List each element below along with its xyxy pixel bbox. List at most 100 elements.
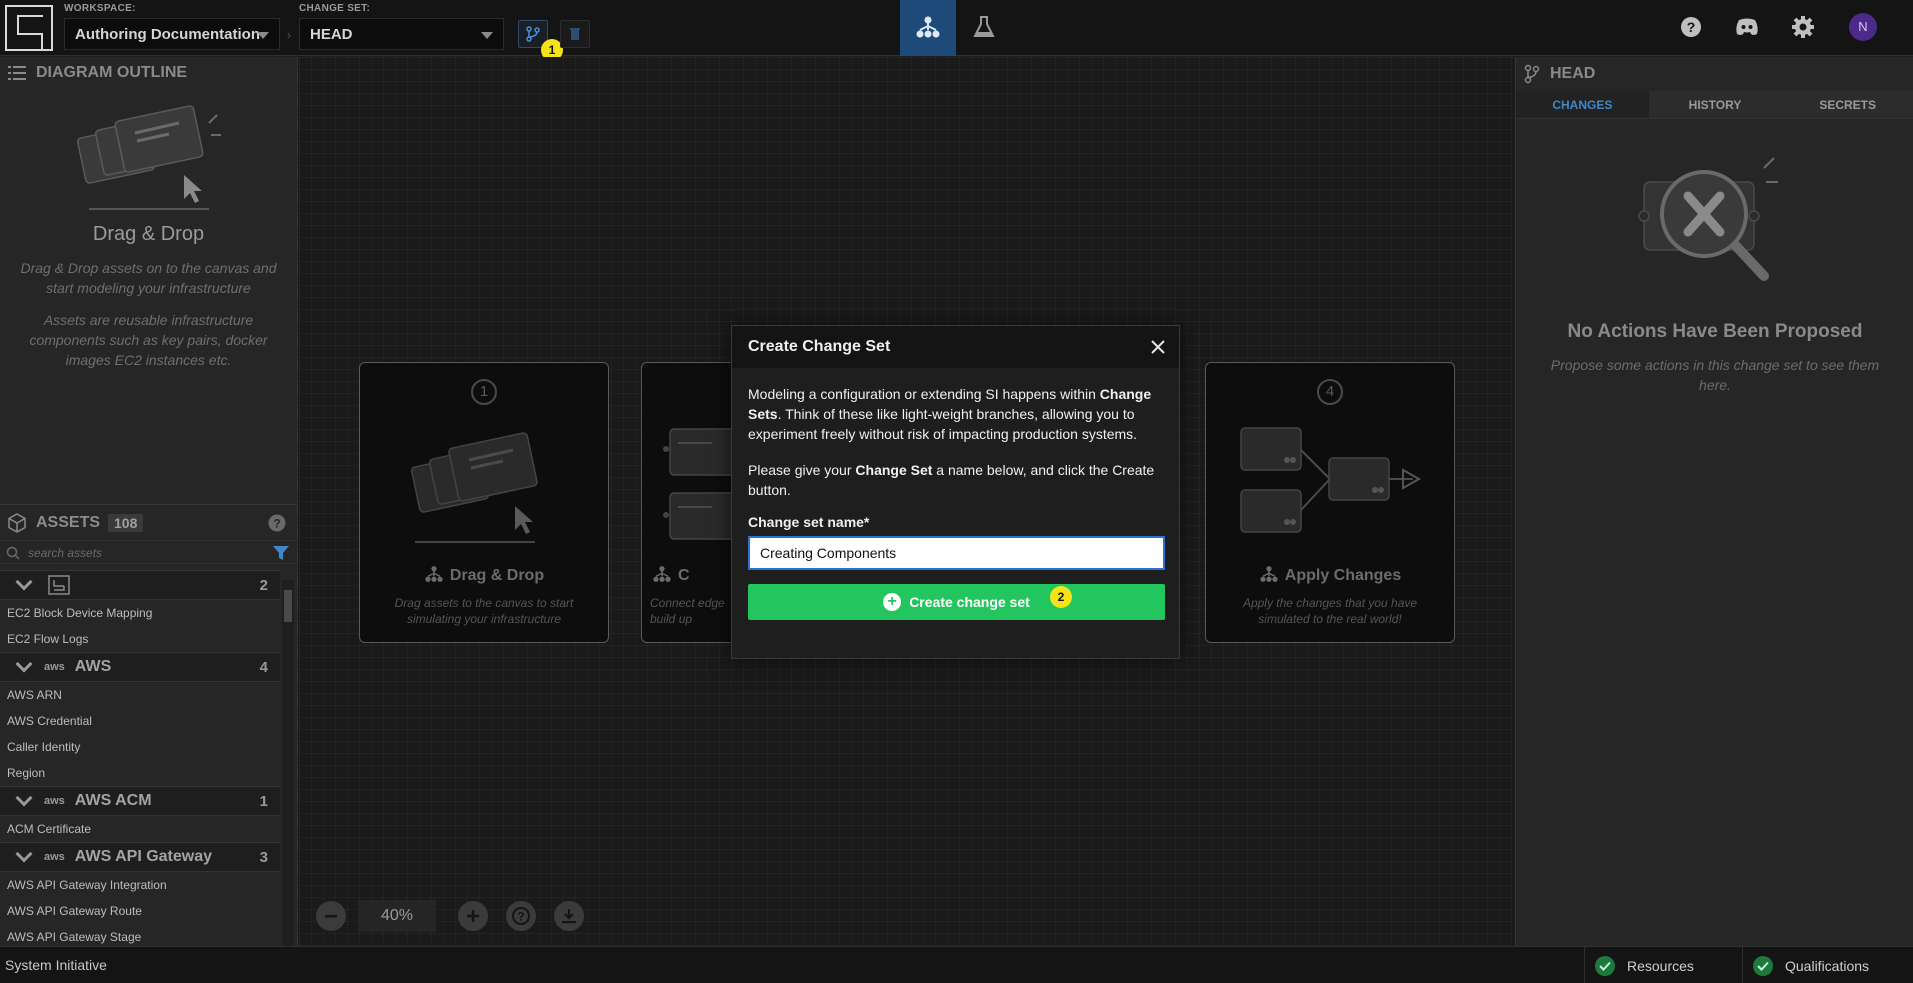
asset-item[interactable]: ACM Certificate: [0, 816, 280, 842]
asset-item[interactable]: EC2 Flow Logs: [0, 626, 280, 652]
diagram-icon: [424, 565, 444, 583]
tab-secrets[interactable]: SECRETS: [1781, 91, 1913, 118]
outline-empty-state: Drag & Drop Drag & Drop assets on to the…: [0, 95, 297, 370]
aws-logo-icon: aws: [44, 851, 65, 863]
tab-lab[interactable]: [956, 0, 1012, 56]
step-number: 4: [1317, 379, 1343, 405]
help-icon[interactable]: ?: [268, 514, 286, 532]
assets-count-badge: 108: [108, 513, 144, 532]
diagram-icon: [1259, 565, 1279, 583]
separator-icon: ›: [287, 28, 291, 42]
asset-item[interactable]: AWS API Gateway Route: [0, 898, 280, 924]
category-count: 3: [259, 849, 268, 866]
asset-item[interactable]: AWS ARN: [0, 682, 280, 708]
minus-icon: [325, 915, 337, 918]
asset-list-scrollbar[interactable]: [282, 580, 294, 983]
chevron-down-icon: [481, 32, 493, 39]
discord-icon[interactable]: [1735, 17, 1759, 37]
category-count: 2: [259, 577, 268, 594]
step-number: 1: [471, 379, 497, 405]
category-name: AWS API Gateway: [74, 848, 213, 865]
category-count: 4: [259, 659, 268, 676]
tab-history[interactable]: HISTORY: [1648, 91, 1782, 118]
canvas-help-button[interactable]: ?: [506, 901, 536, 931]
category-name: AWS ACM: [74, 792, 152, 809]
aws-logo-icon: aws: [44, 661, 65, 673]
step-badge: 2: [1050, 586, 1072, 608]
user-avatar[interactable]: N: [1849, 13, 1877, 41]
changeset-panel-header: HEAD: [1516, 57, 1913, 91]
drag-drop-illustration-icon: [410, 432, 538, 543]
download-button[interactable]: [554, 901, 584, 931]
chevron-down-icon: [15, 845, 33, 863]
modal-title: Create Change Set: [748, 338, 891, 355]
search-input[interactable]: search assets: [28, 546, 102, 560]
category-count: 1: [259, 793, 268, 810]
asset-item[interactable]: AWS Credential: [0, 708, 280, 734]
modal-description: Modeling a configuration or extending SI…: [748, 386, 1152, 442]
chevron-down-icon: [15, 655, 33, 673]
si-logo[interactable]: [5, 5, 53, 51]
gear-icon[interactable]: [1791, 15, 1815, 39]
chevron-down-icon: [15, 789, 33, 807]
workspace-select[interactable]: Authoring Documentation: [64, 18, 280, 50]
abandon-changeset-button[interactable]: [560, 20, 590, 48]
svg-text:?: ?: [517, 910, 524, 924]
zoom-out-button[interactable]: [316, 901, 346, 931]
diagram-outline-header: DIAGRAM OUTLINE: [0, 57, 297, 89]
qualifications-status[interactable]: Qualifications: [1742, 947, 1913, 983]
right-panel-tabs: CHANGES HISTORY SECRETS: [1516, 91, 1913, 119]
right-panel: HEAD CHANGES HISTORY SECRETS No Actions …: [1515, 57, 1913, 946]
asset-category[interactable]: aws AWS 4: [0, 652, 280, 682]
asset-category[interactable]: aws AWS ACM 1: [0, 786, 280, 816]
asset-search[interactable]: search assets: [0, 540, 298, 564]
download-icon: [562, 909, 576, 924]
resources-status[interactable]: Resources: [1584, 947, 1741, 983]
assets-header: ASSETS 108 ?: [0, 504, 298, 540]
close-icon[interactable]: [1147, 336, 1169, 358]
asset-item[interactable]: Caller Identity: [0, 734, 280, 760]
flask-icon: [973, 16, 995, 37]
zoom-level[interactable]: 40%: [358, 900, 436, 932]
diagram-icon: [916, 16, 940, 38]
drag-drop-illustration-icon: [76, 105, 221, 210]
aws-logo-icon: aws: [44, 795, 65, 807]
card-title: Apply Changes: [1206, 565, 1454, 585]
apply-illustration-icon: [1240, 427, 1422, 533]
asset-item[interactable]: EC2 Block Device Mapping: [0, 600, 280, 626]
help-icon[interactable]: ?: [1680, 16, 1702, 38]
asset-item[interactable]: Region: [0, 760, 280, 786]
modal-body: Modeling a configuration or extending SI…: [732, 368, 1179, 620]
diagram-icon: [652, 565, 672, 583]
trash-icon: [570, 28, 580, 40]
card-description: Apply the changes that you have simulate…: [1242, 596, 1418, 626]
chevron-down-icon: [257, 32, 269, 39]
tab-changes[interactable]: CHANGES: [1516, 91, 1649, 118]
empty-state-text: Propose some actions in this change set …: [1550, 357, 1880, 393]
create-changeset-submit-button[interactable]: + Create change set 2: [748, 584, 1165, 620]
app-name: System Initiative: [5, 957, 107, 973]
zoom-in-button[interactable]: [458, 901, 488, 931]
filter-icon[interactable]: [272, 544, 290, 562]
check-circle-icon: [1753, 955, 1773, 976]
outline-empty-title: Drag & Drop: [92, 223, 205, 245]
card-description: Connect edge build up: [650, 596, 725, 626]
search-icon: [6, 546, 20, 560]
changeset-name-input[interactable]: [748, 536, 1165, 570]
modal-header: Create Change Set: [732, 326, 1179, 368]
svg-text:?: ?: [1687, 19, 1696, 35]
plus-circle-icon: +: [883, 593, 902, 611]
workspace-label: WORKSPACE:: [64, 3, 136, 14]
asset-category[interactable]: aws AWS API Gateway 3: [0, 842, 280, 872]
list-icon: [8, 66, 26, 80]
changeset-select[interactable]: HEAD: [299, 18, 504, 50]
no-actions-illustration-icon: [1638, 157, 1778, 281]
asset-item[interactable]: AWS API Gateway Integration: [0, 872, 280, 898]
onboarding-card-drag-drop: 1 Drag & Drop Drag assets to the canvas …: [359, 362, 609, 643]
modal-instruction: Please give your Change Set a name below…: [748, 462, 1155, 498]
top-bar: WORKSPACE: Authoring Documentation › CHA…: [0, 0, 1913, 61]
tab-model[interactable]: [900, 0, 956, 56]
card-title: C: [642, 565, 740, 585]
asset-category[interactable]: 2: [0, 570, 280, 600]
plus-icon: [467, 910, 479, 922]
